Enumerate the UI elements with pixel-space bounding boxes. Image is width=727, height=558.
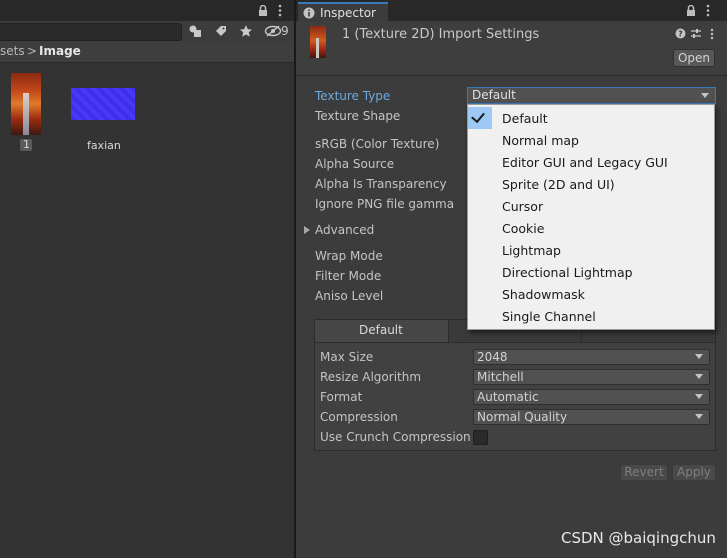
inspector-title: 1 (Texture 2D) Import Settings bbox=[342, 27, 540, 42]
lock-icon[interactable] bbox=[686, 4, 696, 17]
max-size-value: 2048 bbox=[477, 350, 508, 364]
chevron-down-icon bbox=[695, 354, 703, 359]
search-input[interactable] bbox=[0, 23, 182, 41]
svg-text:?: ? bbox=[678, 30, 683, 39]
breadcrumb-current[interactable]: Image bbox=[39, 44, 81, 58]
format-value: Automatic bbox=[477, 390, 539, 404]
chevron-down-icon bbox=[695, 394, 703, 399]
wrap-mode-label: Wrap Mode bbox=[315, 249, 383, 263]
project-tab-bar bbox=[0, 0, 294, 21]
help-icon[interactable]: ? bbox=[675, 28, 686, 39]
compression-label: Compression bbox=[320, 410, 398, 424]
tab-default-label: Default bbox=[359, 323, 403, 337]
asset-label: 1 bbox=[23, 138, 30, 151]
menu-item-label: Default bbox=[502, 111, 548, 126]
menu-item-sprite[interactable]: Sprite (2D and UI) bbox=[468, 174, 714, 196]
chevron-down-icon bbox=[701, 93, 709, 98]
menu-item-cursor[interactable]: Cursor bbox=[468, 196, 714, 218]
max-size-dropdown[interactable]: 2048 bbox=[473, 349, 710, 365]
presets-icon[interactable] bbox=[690, 28, 702, 39]
menu-item-label: Normal map bbox=[502, 133, 579, 148]
tab-inspector-label: Inspector bbox=[320, 6, 376, 20]
resize-algorithm-label: Resize Algorithm bbox=[320, 370, 422, 384]
menu-item-label: Single Channel bbox=[502, 309, 596, 324]
menu-item-normal-map[interactable]: Normal map bbox=[468, 130, 714, 152]
info-icon bbox=[303, 7, 315, 19]
texture-type-value: Default bbox=[472, 88, 516, 102]
tab-default-platform[interactable]: Default bbox=[315, 320, 449, 342]
menu-item-label: Sprite (2D and UI) bbox=[502, 177, 615, 192]
lock-icon[interactable] bbox=[258, 4, 268, 17]
menu-item-label: Cookie bbox=[502, 221, 545, 236]
menu-icon[interactable] bbox=[706, 4, 710, 17]
breadcrumb-separator: > bbox=[27, 44, 38, 58]
asset-label: faxian bbox=[87, 139, 121, 152]
menu-item-label: Editor GUI and Legacy GUI bbox=[502, 155, 668, 170]
asset-item-faxian[interactable]: faxian bbox=[68, 88, 138, 154]
open-button[interactable]: Open bbox=[673, 49, 715, 67]
menu-icon[interactable] bbox=[278, 4, 282, 17]
menu-item-lightmap[interactable]: Lightmap bbox=[468, 240, 714, 262]
menu-item-default[interactable]: Default bbox=[468, 108, 714, 130]
filter-mode-label: Filter Mode bbox=[315, 269, 382, 283]
texture-type-dropdown[interactable]: Default bbox=[467, 87, 716, 104]
aniso-level-label: Aniso Level bbox=[315, 289, 384, 303]
alpha-transparency-label: Alpha Is Transparency bbox=[315, 177, 447, 191]
hidden-packages-icon[interactable] bbox=[264, 24, 282, 38]
max-size-label: Max Size bbox=[320, 350, 374, 364]
menu-item-editor-gui[interactable]: Editor GUI and Legacy GUI bbox=[468, 152, 714, 174]
texture-shape-label: Texture Shape bbox=[315, 109, 401, 123]
crunch-label: Use Crunch Compression bbox=[320, 430, 471, 444]
texture-preview-icon bbox=[310, 26, 326, 58]
star-icon[interactable] bbox=[239, 24, 253, 38]
menu-item-directional-lightmap[interactable]: Directional Lightmap bbox=[468, 262, 714, 284]
menu-item-cookie[interactable]: Cookie bbox=[468, 218, 714, 240]
watermark: CSDN @baiqingchun bbox=[561, 529, 716, 547]
chevron-down-icon bbox=[695, 414, 703, 419]
compression-value: Normal Quality bbox=[477, 410, 568, 424]
breadcrumb-parent[interactable]: sets bbox=[0, 44, 25, 58]
chevron-down-icon bbox=[695, 374, 703, 379]
context-menu-icon[interactable] bbox=[710, 28, 714, 40]
alpha-source-label: Alpha Source bbox=[315, 157, 395, 171]
revert-button[interactable]: Revert bbox=[620, 464, 668, 481]
compression-dropdown[interactable]: Normal Quality bbox=[473, 409, 710, 425]
menu-item-label: Shadowmask bbox=[502, 287, 585, 302]
normal-map-thumbnail bbox=[71, 88, 135, 120]
format-dropdown[interactable]: Automatic bbox=[473, 389, 710, 405]
crunch-checkbox[interactable] bbox=[473, 430, 488, 445]
apply-button[interactable]: Apply bbox=[672, 464, 716, 481]
texture-type-menu: Default Normal map Editor GUI and Legacy… bbox=[467, 104, 715, 330]
menu-item-single-channel[interactable]: Single Channel bbox=[468, 306, 714, 328]
texture-type-label: Texture Type bbox=[315, 89, 391, 103]
srgb-label: sRGB (Color Texture) bbox=[315, 137, 440, 151]
resize-algorithm-value: Mitchell bbox=[477, 370, 524, 384]
texture-thumbnail bbox=[11, 73, 41, 135]
tag-icon[interactable] bbox=[214, 24, 228, 38]
hidden-packages-count: 9 bbox=[281, 24, 289, 38]
foldout-arrow-icon[interactable] bbox=[304, 226, 310, 234]
asset-item-1[interactable]: 1 bbox=[8, 73, 44, 153]
breadcrumb: sets > Image bbox=[0, 42, 294, 63]
resize-algorithm-dropdown[interactable]: Mitchell bbox=[473, 369, 710, 385]
menu-item-shadowmask[interactable]: Shadowmask bbox=[468, 284, 714, 306]
menu-item-label: Directional Lightmap bbox=[502, 265, 633, 280]
project-asset-grid bbox=[0, 63, 294, 558]
menu-item-label: Cursor bbox=[502, 199, 544, 214]
advanced-foldout[interactable]: Advanced bbox=[315, 223, 374, 237]
tab-inspector[interactable]: Inspector bbox=[298, 2, 388, 21]
filter-by-type-icon[interactable] bbox=[188, 24, 204, 38]
ignore-png-gamma-label: Ignore PNG file gamma bbox=[315, 197, 455, 211]
menu-item-label: Lightmap bbox=[502, 243, 561, 258]
format-label: Format bbox=[320, 390, 363, 404]
